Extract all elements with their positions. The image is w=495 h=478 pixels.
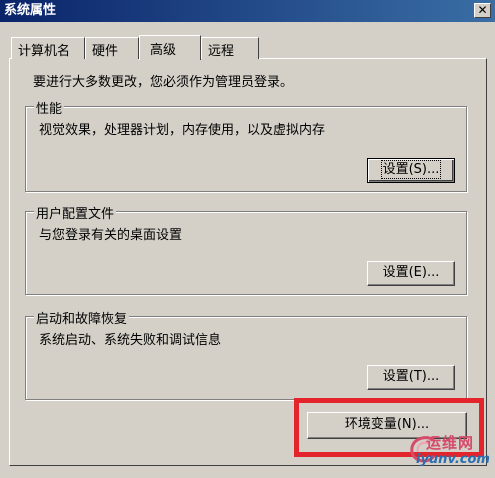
close-button[interactable]: ✕: [474, 3, 491, 18]
group-user-profiles: 用户配置文件 与您登录有关的桌面设置 设置(E)...: [25, 203, 467, 295]
group-performance: 性能 视觉效果，处理器计划，内存使用，以及虚拟内存 设置(S)...: [25, 98, 467, 192]
button-label: 设置(E)...: [382, 265, 440, 280]
window-title: 系统属性: [4, 3, 57, 18]
tab-label: 高级: [150, 43, 177, 58]
button-label: 设置(S)...: [380, 160, 442, 179]
startup-recovery-settings-button[interactable]: 设置(T)...: [367, 365, 455, 390]
tab-hardware[interactable]: 硬件: [85, 37, 139, 59]
group-title: 启动和故障恢复: [34, 308, 130, 327]
title-bar: 系统属性: [0, 0, 495, 22]
group-description: 视觉效果，处理器计划，内存使用，以及虚拟内存: [39, 123, 326, 138]
button-label: 设置(T)...: [382, 369, 440, 384]
watermark-cn: 运维网: [426, 434, 475, 452]
tab-label: 远程: [208, 44, 235, 59]
group-title: 性能: [34, 98, 65, 117]
group-title: 用户配置文件: [34, 203, 117, 222]
group-description: 系统启动、系统失败和调试信息: [39, 333, 222, 348]
tab-label: 硬件: [92, 44, 119, 59]
tab-remote[interactable]: 远程: [201, 37, 259, 59]
user-profiles-settings-button[interactable]: 设置(E)...: [367, 261, 455, 286]
tab-label: 计算机名: [18, 44, 71, 59]
close-icon: ✕: [477, 3, 488, 17]
admin-note: 要进行大多数更改，您必须作为管理员登录。: [33, 75, 294, 90]
performance-settings-button[interactable]: 设置(S)...: [367, 158, 455, 183]
tab-advanced[interactable]: 高级: [139, 35, 201, 60]
group-description: 与您登录有关的桌面设置: [39, 228, 183, 243]
group-startup-recovery: 启动和故障恢复 系统启动、系统失败和调试信息 设置(T)...: [25, 308, 467, 400]
watermark-logo: 运维网 iyunv.com: [404, 432, 492, 474]
watermark-en: iyunv.com: [416, 452, 490, 467]
tab-computer-name[interactable]: 计算机名: [11, 37, 85, 59]
